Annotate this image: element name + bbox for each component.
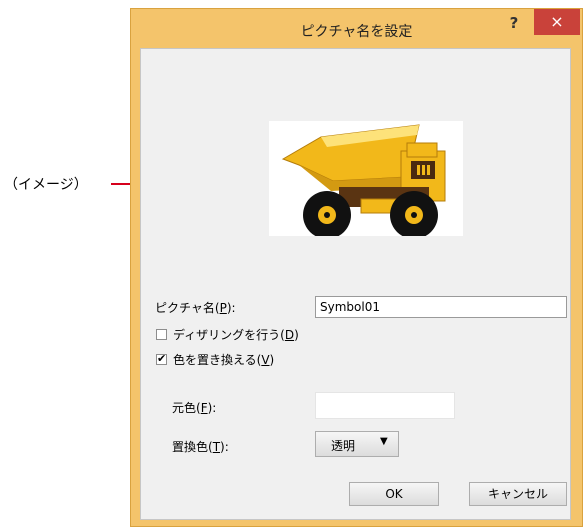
replacement-color-label-text: 置換色( <box>172 440 213 454</box>
replacement-color-label: 置換色(T): <box>172 438 229 455</box>
checkmark-icon: ✔ <box>157 352 167 365</box>
picture-name-input[interactable]: Symbol01 <box>315 296 567 318</box>
ok-button[interactable]: OK <box>349 482 439 506</box>
help-button[interactable]: ? <box>499 11 529 35</box>
source-color-swatch[interactable] <box>315 392 455 419</box>
replacement-color-accel: T <box>212 440 221 454</box>
dithering-label-suffix: ) <box>294 328 299 342</box>
picture-name-label-suffix: ): <box>226 301 236 315</box>
replacement-color-value: 透明 <box>331 439 356 453</box>
source-color-label: 元色(F): <box>172 399 216 416</box>
picture-name-label: ピクチャ名(P): <box>155 299 236 316</box>
source-color-accel: F <box>200 401 208 415</box>
replace-color-label-text: 色を置き換える( <box>173 353 262 367</box>
replace-color-label[interactable]: 色を置き換える(V) <box>173 351 274 368</box>
replacement-color-label-suffix: ): <box>220 440 229 454</box>
picture-name-dialog: ピクチャ名を設定 ? × ピクチャ名(P): Symbol01 ディザリングを行… <box>130 8 583 527</box>
dithering-label[interactable]: ディザリングを行う(D) <box>173 326 299 343</box>
source-color-label-text: 元色( <box>172 401 201 415</box>
replace-color-checkbox[interactable]: ✔ <box>156 352 167 365</box>
replace-color-accel: V <box>261 353 270 367</box>
picture-name-accel: P <box>219 301 227 315</box>
dump-truck-image <box>281 124 446 239</box>
title-bar[interactable]: ピクチャ名を設定 ? × <box>131 9 582 47</box>
replace-color-label-suffix: ) <box>269 353 275 367</box>
dialog-client-area: ピクチャ名(P): Symbol01 ディザリングを行う(D) ✔ 色を置き換え… <box>140 48 571 520</box>
close-button[interactable]: × <box>534 9 580 35</box>
dithering-label-text: ディザリングを行う( <box>173 328 285 342</box>
picture-name-label-text: ピクチャ名( <box>155 301 220 315</box>
cancel-button[interactable]: キャンセル <box>469 482 567 506</box>
source-color-label-suffix: ): <box>207 401 217 415</box>
dithering-accel: D <box>284 328 295 342</box>
chevron-down-icon: ▼ <box>380 436 388 447</box>
dithering-checkbox[interactable] <box>156 329 167 340</box>
replacement-color-dropdown[interactable]: 透明 ▼ <box>315 431 399 457</box>
callout-label: （イメージ） <box>4 177 88 193</box>
image-preview <box>269 121 463 239</box>
